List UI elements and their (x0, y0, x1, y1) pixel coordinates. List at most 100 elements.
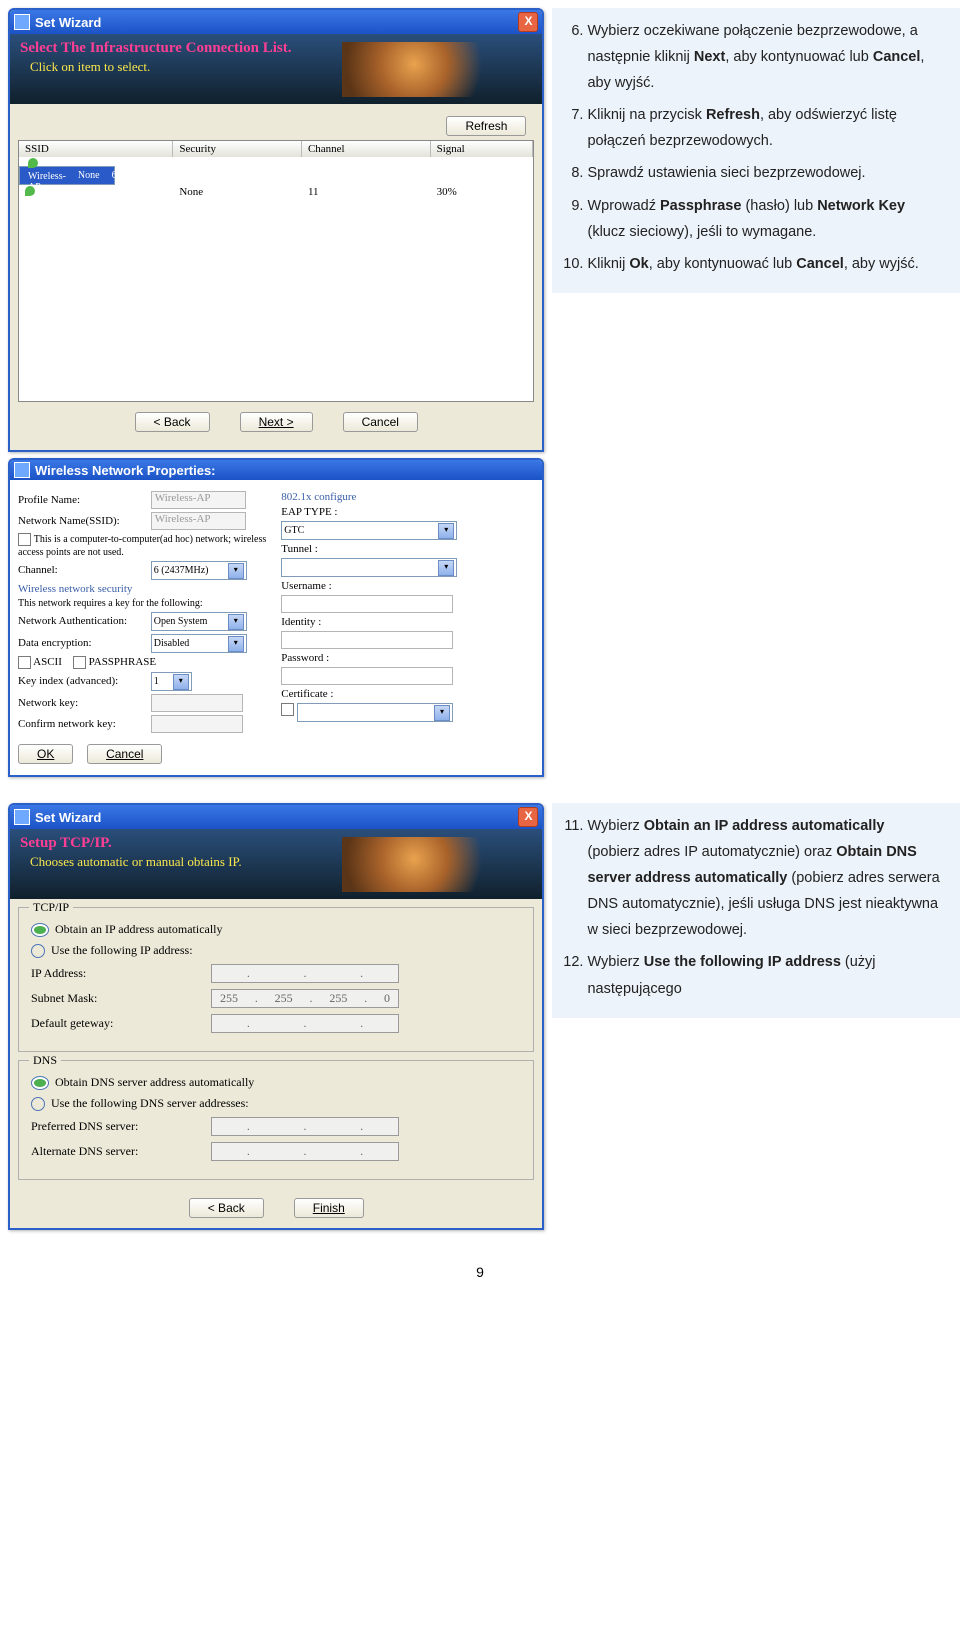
gateway-label: Default geteway: (31, 1016, 211, 1031)
col-ssid: SSID (19, 141, 173, 157)
identity-input[interactable] (281, 631, 453, 649)
tunnel-select[interactable]: ▾ (281, 558, 457, 577)
gateway-input[interactable]: ... (211, 1014, 399, 1033)
signal-icon (28, 158, 38, 168)
username-input[interactable] (281, 595, 453, 613)
chevron-down-icon: ▾ (228, 614, 244, 630)
channel-cell: 6 (106, 169, 123, 182)
banner: Select The Infrastructure Connection Lis… (10, 34, 542, 104)
chevron-down-icon: ▾ (173, 674, 189, 690)
eaptype-select[interactable]: GTC▾ (281, 521, 457, 540)
ssid-input[interactable]: Wireless-AP (151, 512, 246, 530)
keyidx-label: Key index (advanced): (18, 675, 148, 687)
confirm-key-input[interactable] (151, 715, 243, 733)
close-icon[interactable]: X (518, 807, 538, 827)
adhoc-checkbox[interactable] (18, 533, 31, 546)
list-header: SSID Security Channel Signal (19, 141, 533, 157)
banner-subtitle: Chooses automatic or manual obtains IP. (10, 852, 542, 870)
chevron-down-icon: ▾ (228, 563, 244, 579)
encryption-select[interactable]: Disabled▾ (151, 634, 247, 653)
certificate-checkbox[interactable] (281, 703, 294, 716)
alternate-dns-input[interactable]: ... (211, 1142, 399, 1161)
obtain-ip-auto-radio[interactable] (31, 923, 49, 937)
col-security: Security (173, 141, 302, 157)
passphrase-checkbox[interactable] (73, 656, 86, 669)
network-list[interactable]: SSID Security Channel Signal Wireless-AP… (18, 140, 534, 402)
app-icon (14, 14, 30, 30)
cancel-button[interactable]: Cancel (343, 412, 418, 432)
password-input[interactable] (281, 667, 453, 685)
profile-input[interactable]: Wireless-AP (151, 491, 246, 509)
fieldset-title: DNS (29, 1053, 61, 1068)
channel-label: Channel: (18, 564, 148, 576)
instructions-block-a: Wybierz oczekiwane połączenie bezprzewod… (552, 8, 960, 293)
ssid-label: Network Name(SSID): (18, 515, 148, 527)
confirm-key-label: Confirm network key: (18, 718, 148, 730)
channel-cell: 11 (302, 185, 431, 200)
ipaddress-label: IP Address: (31, 966, 211, 981)
preferred-dns-input[interactable]: ... (211, 1117, 399, 1136)
signal-cell: 96% (123, 169, 153, 182)
eaptype-label: EAP TYPE : (281, 506, 351, 518)
security-cell: None (72, 169, 106, 182)
refresh-button[interactable]: Refresh (446, 116, 526, 136)
eap-section-label: 802.1x configure (281, 491, 534, 503)
keyreq-label: This network requires a key for the foll… (18, 598, 271, 609)
banner-title: Select The Infrastructure Connection Lis… (10, 34, 542, 57)
use-ip-label: Use the following IP address: (51, 943, 193, 958)
back-button[interactable]: < Back (135, 412, 210, 432)
profile-label: Profile Name: (18, 494, 148, 506)
username-label: Username : (281, 580, 351, 592)
step-9: Wprowadź Passphrase (hasło) lub Network … (587, 193, 940, 245)
chevron-down-icon: ▾ (438, 560, 454, 576)
step-12: Wybierz Use the following IP address (uż… (587, 949, 940, 1001)
ascii-checkbox[interactable] (18, 656, 31, 669)
password-label: Password : (281, 652, 351, 664)
encryption-label: Data encryption: (18, 637, 148, 649)
signal-cell: 30% (431, 185, 534, 200)
list-item[interactable]: None 11 30% (19, 185, 533, 200)
list-item[interactable]: Wireless-AP None 6 96% (19, 166, 115, 185)
auth-label: Network Authentication: (18, 615, 148, 627)
subnet-label: Subnet Mask: (31, 991, 211, 1006)
titlebar: Set Wizard X (10, 805, 542, 829)
subnet-input[interactable]: 255.255.255.0 (211, 989, 399, 1008)
use-dns-label: Use the following DNS server addresses: (51, 1096, 249, 1111)
back-button[interactable]: < Back (189, 1198, 264, 1218)
tcpip-fieldset: TCP/IP Obtain an IP address automaticall… (18, 907, 534, 1052)
auth-select[interactable]: Open System▾ (151, 612, 247, 631)
alternate-dns-label: Alternate DNS server: (31, 1144, 211, 1159)
chevron-down-icon: ▾ (438, 523, 454, 539)
ipaddress-input[interactable]: ... (211, 964, 399, 983)
col-signal: Signal (431, 141, 534, 157)
channel-select[interactable]: 6 (2437MHz)▾ (151, 561, 247, 580)
obtain-dns-auto-radio[interactable] (31, 1076, 49, 1090)
cancel-button[interactable]: Cancel (87, 744, 162, 764)
dns-fieldset: DNS Obtain DNS server address automatica… (18, 1060, 534, 1180)
titlebar: Set Wizard X (10, 10, 542, 34)
window-title: Set Wizard (35, 15, 101, 30)
step-8: Sprawdź ustawienia sieci bezprzewodowej. (587, 160, 940, 186)
network-key-input[interactable] (151, 694, 243, 712)
titlebar: Wireless Network Properties: (10, 460, 542, 480)
next-button[interactable]: Next > (240, 412, 313, 432)
banner: Setup TCP/IP. Chooses automatic or manua… (10, 829, 542, 899)
chevron-down-icon: ▾ (434, 705, 450, 721)
keyidx-select[interactable]: 1▾ (151, 672, 192, 691)
app-icon (14, 809, 30, 825)
window-title: Set Wizard (35, 810, 101, 825)
finish-button[interactable]: Finish (294, 1198, 364, 1218)
ok-button[interactable]: OK (18, 744, 73, 764)
col-channel: Channel (302, 141, 431, 157)
banner-title: Setup TCP/IP. (10, 829, 542, 852)
close-icon[interactable]: X (518, 12, 538, 32)
identity-label: Identity : (281, 616, 351, 628)
security-section-label: Wireless network security (18, 583, 271, 595)
use-dns-radio[interactable] (31, 1097, 45, 1111)
banner-subtitle: Click on item to select. (10, 57, 542, 75)
use-ip-radio[interactable] (31, 944, 45, 958)
wizard-tcpip-window: Set Wizard X Setup TCP/IP. Chooses autom… (8, 803, 544, 1230)
page-number: 9 (0, 1248, 960, 1296)
app-icon (14, 462, 30, 478)
certificate-select[interactable]: ▾ (297, 703, 453, 722)
